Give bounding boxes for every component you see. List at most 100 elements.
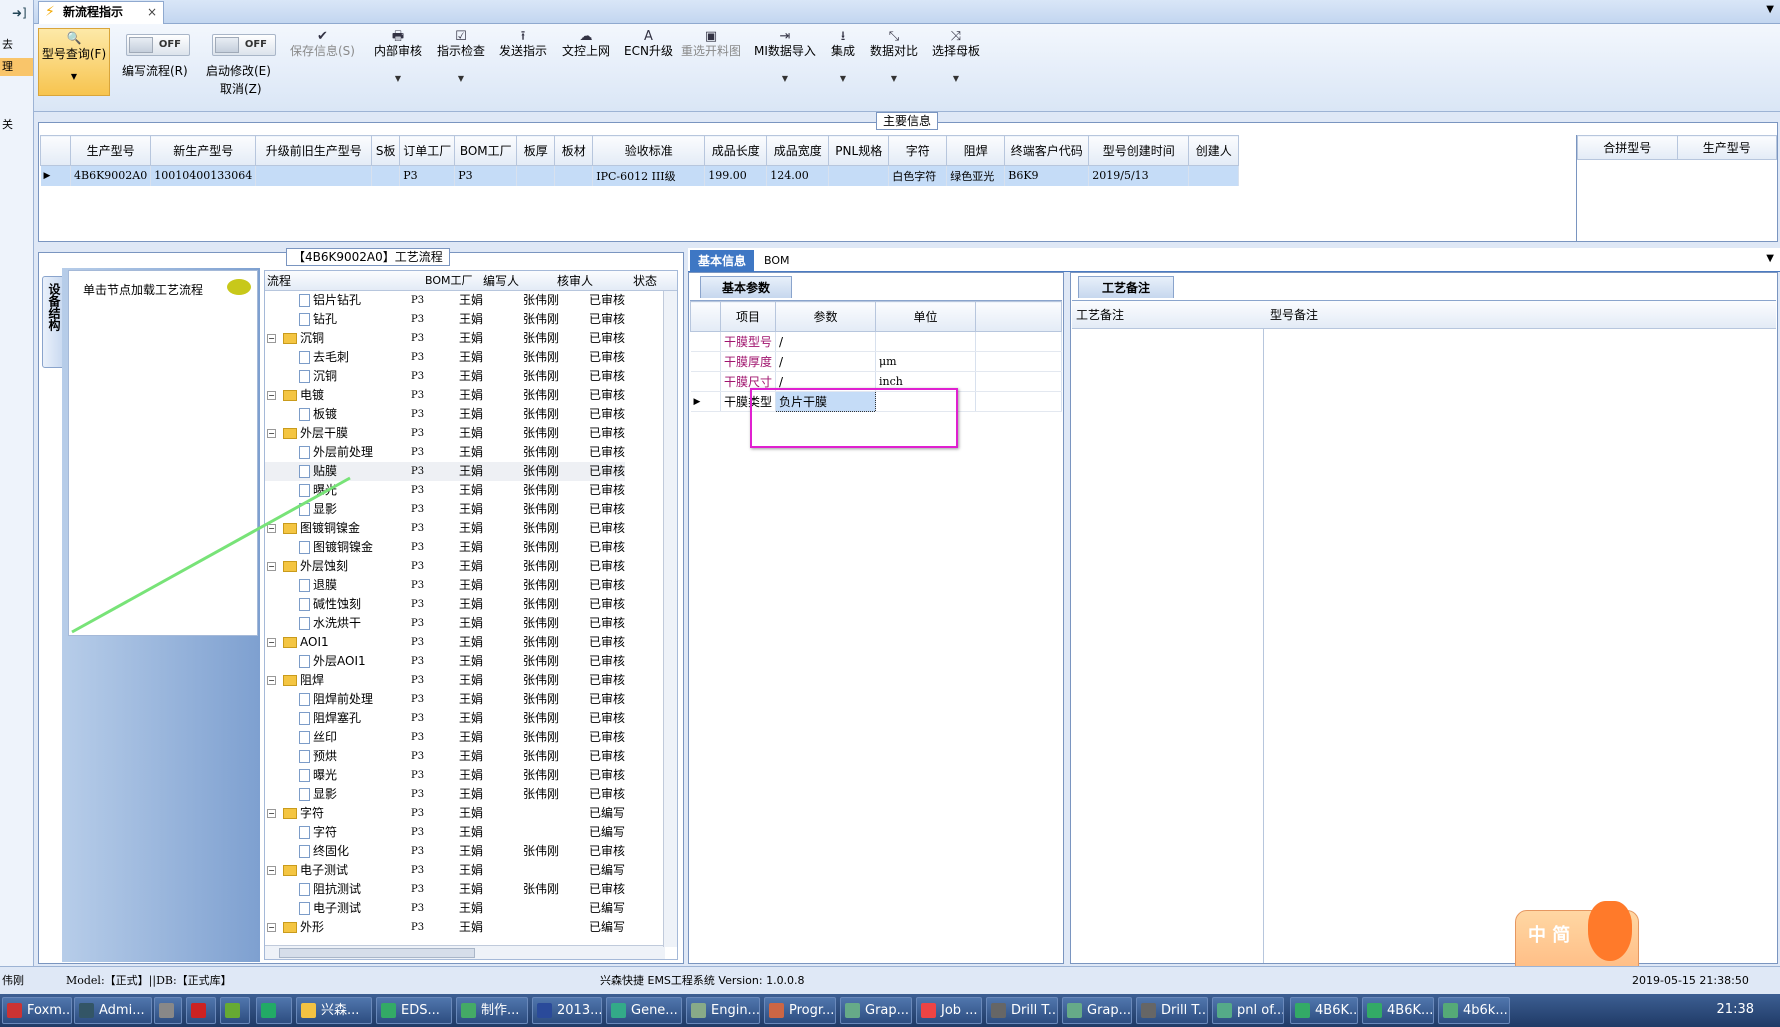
clock[interactable]: 21:38: [1717, 1002, 1754, 1017]
start-modify-toggle[interactable]: OFF: [212, 34, 276, 56]
col-header[interactable]: 创建人: [1188, 135, 1240, 166]
tree-node-label[interactable]: 电子测试: [299, 899, 361, 918]
mi-import-button[interactable]: ⇥ MI数据导入 ▼: [754, 30, 816, 86]
col-header[interactable]: 终端客户代码: [1004, 135, 1090, 166]
tree-node-label[interactable]: 外层AOI1: [299, 652, 366, 671]
tree-row[interactable]: 终固化 P3 王娟 张伟刚 已审核: [265, 842, 625, 861]
tree-node-label[interactable]: 字符: [299, 823, 337, 842]
tree-node-label[interactable]: 预烘: [299, 747, 337, 766]
tree-row[interactable]: 显影 P3 王娟 张伟刚 已审核: [265, 785, 625, 804]
col-header[interactable]: 板材: [554, 135, 594, 166]
table-cell[interactable]: [554, 165, 594, 186]
tree-row[interactable]: − 阻焊 P3 王娟 张伟刚 已审核: [265, 671, 625, 690]
taskbar-item[interactable]: Engin...: [686, 997, 760, 1024]
tree-row[interactable]: 钻孔 P3 王娟 张伟刚 已审核: [265, 310, 625, 329]
internal-review-button[interactable]: 🖶 内部审核 ▼: [374, 30, 422, 86]
col-header[interactable]: 升级前旧生产型号: [255, 135, 373, 166]
device-structure-tab[interactable]: 设备结构: [42, 276, 64, 368]
taskbar-item[interactable]: [220, 997, 250, 1024]
integrate-button[interactable]: ⭳ 集成 ▼: [831, 30, 855, 86]
collapse-icon[interactable]: −: [267, 334, 276, 343]
tree-node-label[interactable]: 字符: [283, 804, 324, 823]
tree-node-label[interactable]: 板镀: [299, 405, 337, 424]
col-header[interactable]: 验收标准: [592, 135, 706, 166]
tree-node-label[interactable]: 外层干膜: [283, 424, 348, 443]
tree-row[interactable]: 阻抗测试 P3 王娟 张伟刚 已审核: [265, 880, 625, 899]
param-row[interactable]: 干膜型号 /: [690, 331, 1062, 352]
table-cell[interactable]: [255, 165, 373, 186]
table-cell[interactable]: 124.00: [766, 165, 830, 186]
table-cell[interactable]: [1188, 165, 1240, 186]
tree-row[interactable]: 预烘 P3 王娟 张伟刚 已审核: [265, 747, 625, 766]
col-header[interactable]: 新生产型号: [150, 135, 257, 166]
taskbar-item[interactable]: Drill T...: [986, 997, 1058, 1024]
table-cell[interactable]: P3: [454, 165, 518, 186]
tree-row[interactable]: 阻焊前处理 P3 王娟 张伟刚 已审核: [265, 690, 625, 709]
tree-row[interactable]: 外层前处理 P3 王娟 张伟刚 已审核: [265, 443, 625, 462]
taskbar-item[interactable]: pnl of...: [1212, 997, 1284, 1024]
hscrollbar[interactable]: [265, 945, 665, 959]
tree-node-label[interactable]: 阻焊塞孔: [299, 709, 361, 728]
table-cell[interactable]: [828, 165, 890, 186]
write-flow-toggle[interactable]: OFF: [126, 34, 190, 56]
tree-row[interactable]: 字符 P3 王娟 已编写: [265, 823, 625, 842]
taskbar-item[interactable]: 4B6K...: [1362, 997, 1434, 1024]
taskbar-item[interactable]: 制作...: [456, 997, 528, 1024]
col-header[interactable]: 成品宽度: [766, 135, 830, 166]
exit-icon[interactable]: ➜]: [12, 6, 27, 20]
taskbar-item[interactable]: Progr...: [764, 997, 836, 1024]
table-cell[interactable]: 绿色亚光: [946, 165, 1006, 186]
taskbar-item[interactable]: 4B6K...: [1290, 997, 1358, 1024]
chevron-down-icon[interactable]: ▼: [1766, 253, 1774, 264]
collapse-icon[interactable]: −: [267, 866, 276, 875]
col-header[interactable]: BOM工厂: [454, 135, 518, 166]
model-query-button[interactable]: 🔍 型号查询(F) ▼: [38, 28, 110, 96]
left-strip-item-active[interactable]: 理: [0, 58, 33, 76]
tree-row[interactable]: 沉铜 P3 王娟 张伟刚 已审核: [265, 367, 625, 386]
table-cell[interactable]: [516, 165, 556, 186]
table-cell[interactable]: B6K9: [1004, 165, 1090, 186]
tree-node-label[interactable]: 去毛刺: [299, 348, 349, 367]
left-strip-item[interactable]: 关: [0, 116, 33, 134]
ecn-upgrade-button[interactable]: A ECN升级: [624, 30, 673, 59]
taskbar-item[interactable]: [154, 997, 182, 1024]
taskbar-item[interactable]: [256, 997, 292, 1024]
table-cell[interactable]: P3: [399, 165, 456, 186]
tree-row[interactable]: − 外层干膜 P3 王娟 张伟刚 已审核: [265, 424, 625, 443]
process-notes-area[interactable]: [1072, 329, 1264, 963]
collapse-icon[interactable]: −: [267, 923, 276, 932]
hscroll-thumb[interactable]: [279, 948, 475, 958]
tree-row[interactable]: 外层AOI1 P3 王娟 张伟刚 已审核: [265, 652, 625, 671]
table-row[interactable]: ▶ 4B6K9002A0 10010400133064 P3 P3 IPC-6012 II…: [40, 165, 1240, 186]
tree-row[interactable]: − 外形 P3 王娟 已编写: [265, 918, 625, 937]
taskbar-item[interactable]: 2013...: [532, 997, 602, 1024]
table-cell[interactable]: 4B6K9002A0: [70, 165, 152, 186]
col-header[interactable]: 生产型号: [69, 135, 152, 166]
subtab-basic-params[interactable]: 基本参数: [700, 276, 792, 298]
tree-row[interactable]: 电子测试 P3 王娟 已编写: [265, 899, 625, 918]
col-header[interactable]: 阻焊: [946, 135, 1006, 166]
table-cell[interactable]: 白色字符: [888, 165, 948, 186]
tree-node-label[interactable]: 铝片钻孔: [299, 291, 361, 310]
taskbar-item[interactable]: EDS...: [376, 997, 452, 1024]
tree-row[interactable]: 阻焊塞孔 P3 王娟 张伟刚 已审核: [265, 709, 625, 728]
collapse-icon[interactable]: −: [267, 676, 276, 685]
select-mother-board-button[interactable]: ⤨ 选择母板 ▼: [932, 30, 980, 86]
taskbar-item[interactable]: Drill T...: [1136, 997, 1208, 1024]
col-header[interactable]: 订单工厂: [399, 135, 456, 166]
close-tab-icon[interactable]: ×: [147, 2, 157, 23]
tree-node-label[interactable]: 显影: [299, 785, 337, 804]
table-cell[interactable]: 10010400133064: [150, 165, 257, 186]
taskbar-item[interactable]: Grap...: [1062, 997, 1132, 1024]
tab-new-flow[interactable]: ⚡ 新流程指示 ×: [38, 1, 164, 24]
tree-row[interactable]: 去毛刺 P3 王娟 张伟刚 已审核: [265, 348, 625, 367]
tree-node-label[interactable]: 阻抗测试: [299, 880, 361, 899]
table-cell[interactable]: IPC-6012 III级: [592, 165, 706, 186]
taskbar-item[interactable]: Gene...: [606, 997, 682, 1024]
table-cell[interactable]: 199.00: [704, 165, 768, 186]
col-header[interactable]: 板厚: [516, 135, 556, 166]
tree-row[interactable]: 板镀 P3 王娟 张伟刚 已审核: [265, 405, 625, 424]
tree-node-label[interactable]: 曝光: [299, 766, 337, 785]
col-header[interactable]: 型号创建时间: [1088, 135, 1190, 166]
taskbar-item[interactable]: 兴森...: [296, 997, 372, 1024]
